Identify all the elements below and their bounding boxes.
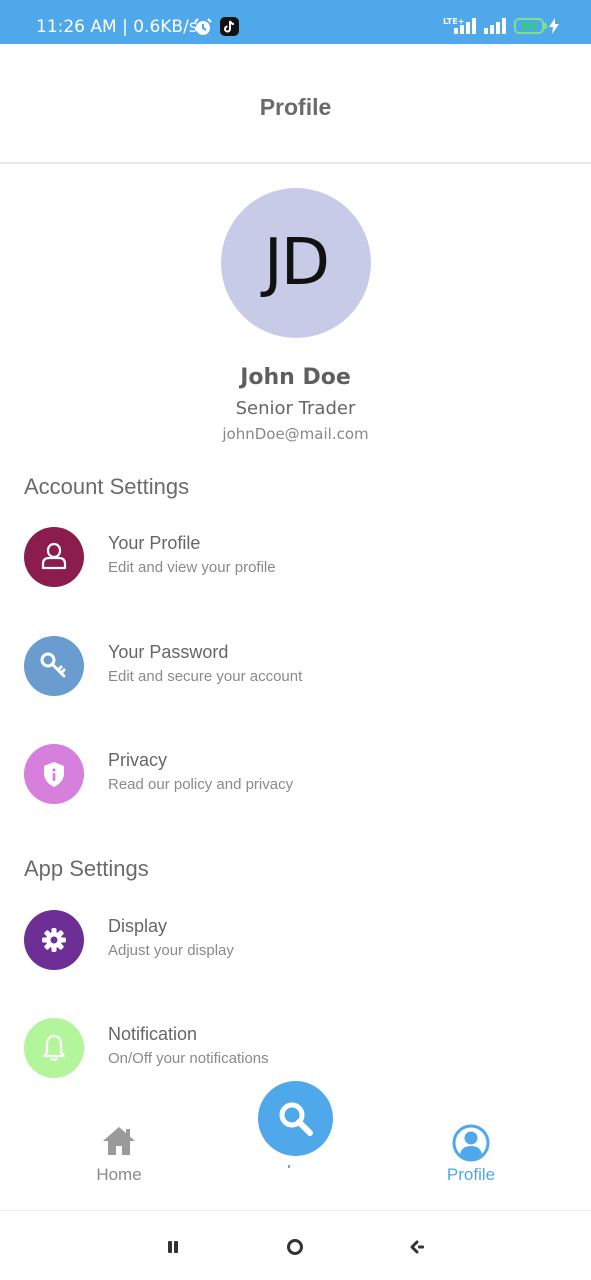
bell-icon [24,1018,84,1078]
settings-item-subtitle: Read our policy and privacy [108,776,294,793]
settings-item-title: Your Profile [108,533,201,553]
settings-item-title: Your Password [108,642,229,662]
settings-item-notification[interactable]: Notification On/Off your notifications [0,1016,591,1080]
user-icon [24,527,84,587]
settings-item-subtitle: Edit and secure your account [108,668,303,685]
battery-indicator: 80 [514,18,544,34]
gear-icon [24,910,84,970]
battery-tip [544,23,547,29]
settings-item-display[interactable]: Display Adjust your display [0,908,591,972]
nav-profile[interactable]: Profile [411,1124,531,1195]
user-circle-icon [452,1124,490,1162]
home-circle-icon[interactable] [281,1233,309,1261]
back-icon[interactable] [404,1233,432,1261]
signal-strength-icon [484,18,506,34]
lightning-icon [549,18,559,34]
fab-indicator [288,1165,290,1168]
user-role: Senior Trader [235,398,356,419]
battery-level: 80 [521,20,537,33]
search-fab-button[interactable] [258,1081,333,1156]
settings-item-your-profile[interactable]: Your Profile Edit and view your profile [0,525,591,589]
settings-item-title: Notification [108,1024,198,1044]
account-settings-heading: Account Settings [24,474,190,499]
nav-home[interactable]: Home [59,1125,179,1195]
nav-home-label: Home [96,1165,142,1184]
system-navigation-bar [0,1210,591,1280]
search-icon [279,1102,313,1136]
user-email: johnDoe@mail.com [222,425,369,443]
settings-item-subtitle: Edit and view your profile [108,559,276,576]
status-bar: 11:26 AM | 0.6KB/s LTE+ 80 [0,0,591,44]
recents-icon[interactable] [159,1233,187,1261]
settings-item-subtitle: On/Off your notifications [108,1050,269,1067]
settings-item-subtitle: Adjust your display [108,942,234,959]
settings-item-your-password[interactable]: Your Password Edit and secure your accou… [0,634,591,698]
page-title: Profile [259,94,332,120]
nav-profile-label: Profile [446,1165,496,1184]
home-icon [103,1127,135,1155]
avatar-initials: JD [263,226,330,300]
settings-item-title: Display [108,916,168,936]
app-settings-heading: App Settings [24,856,149,881]
user-name: John Doe [240,365,351,390]
tiktok-icon [220,17,239,36]
app-header: Profile [0,44,591,164]
signal-strength-icon [454,18,476,34]
status-time-speed: 11:26 AM | 0.6KB/s [36,17,198,37]
shield-icon [24,744,84,804]
settings-item-privacy[interactable]: Privacy Read our policy and privacy [0,742,591,806]
settings-item-title: Privacy [108,750,168,770]
key-icon [24,636,84,696]
avatar[interactable]: JD [221,188,371,338]
alarm-clock-icon [194,18,212,35]
